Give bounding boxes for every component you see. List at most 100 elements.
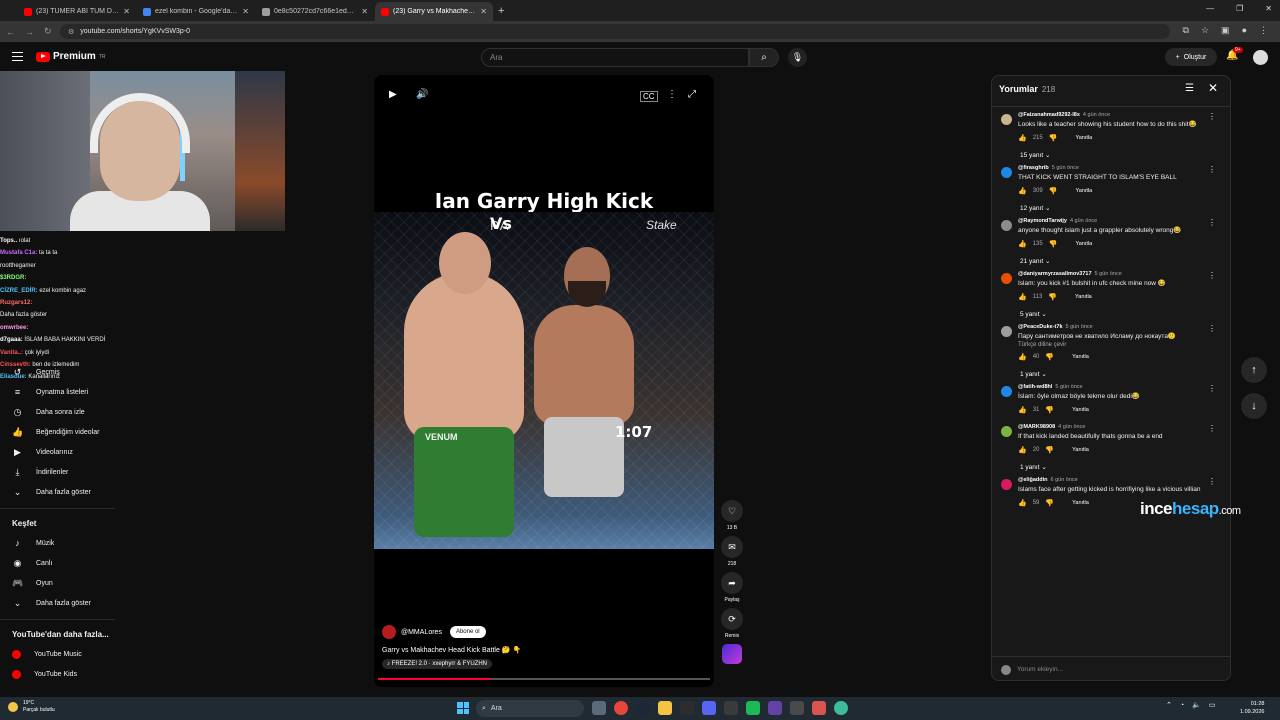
reply-button[interactable]: Yanıtla: [1075, 294, 1092, 300]
thumbs-down-icon[interactable]: 👎: [1049, 134, 1058, 142]
reload-icon[interactable]: ↻: [44, 26, 52, 37]
thumbs-up-icon[interactable]: 👍: [1018, 134, 1027, 142]
replies-toggle[interactable]: 15 yanıt ⌄: [1020, 151, 1212, 159]
taskbar-clock[interactable]: 01:28 1.09.2026: [1240, 700, 1264, 716]
previous-short-button[interactable]: ↑: [1241, 357, 1267, 383]
thumbs-up-icon[interactable]: 👍: [1018, 240, 1027, 248]
thumbs-up-icon[interactable]: 👍: [1018, 293, 1027, 301]
avatar[interactable]: [1001, 479, 1012, 490]
comment-author[interactable]: @eliğaddin: [1018, 477, 1048, 483]
sidebar-item[interactable]: ≡ Oynatma listeleri: [0, 382, 115, 402]
sidebar-item[interactable]: ♪ Müzik: [0, 533, 115, 553]
steam-icon[interactable]: [636, 701, 650, 715]
avatar[interactable]: [1001, 426, 1012, 437]
thumbs-up-icon[interactable]: 👍: [1018, 499, 1027, 507]
twitch-icon[interactable]: [768, 701, 782, 715]
comment-author[interactable]: @RaymondTarwijy: [1018, 218, 1067, 224]
reply-button[interactable]: Yanıtla: [1075, 188, 1092, 194]
comment-author[interactable]: @PeaceDuke-t7k: [1018, 324, 1063, 330]
thumbs-down-icon[interactable]: 👎: [1049, 240, 1058, 248]
comment-more-icon[interactable]: ⋮: [1208, 324, 1216, 333]
share-icon[interactable]: ➦: [721, 572, 743, 594]
browser-tab[interactable]: ezel kombin - Google'da Ara ✕: [137, 2, 255, 21]
url-field[interactable]: ⚙ youtube.com/shorts/YgKVvSW3p-0: [60, 24, 1170, 39]
thumbs-up-icon[interactable]: 👍: [1018, 187, 1027, 195]
comment-icon[interactable]: ✉: [721, 536, 743, 558]
comment-more-icon[interactable]: ⋮: [1208, 218, 1216, 227]
sort-icon[interactable]: ☰: [1185, 83, 1194, 94]
search-input[interactable]: Ara: [481, 48, 749, 67]
profile-icon[interactable]: ●: [1242, 25, 1247, 36]
sidebar-item[interactable]: ▶ Videolarınız: [0, 442, 115, 462]
comment-author[interactable]: @MARK98908: [1018, 424, 1055, 430]
shorts-player[interactable]: ▶ 🔊 CC ⋮ ⤢ Ian Garry High Kick PA Vs Sta…: [374, 75, 714, 687]
comment-author[interactable]: @Faizanahmad9292-l8x: [1018, 112, 1080, 118]
hamburger-menu-icon[interactable]: [12, 52, 23, 61]
tab-close-icon[interactable]: ✕: [242, 7, 249, 16]
app-icon[interactable]: [812, 701, 826, 715]
discord-icon[interactable]: [702, 701, 716, 715]
wifi-icon[interactable]: ◔: [1180, 702, 1184, 709]
sidebar-item[interactable]: ◉ Canlı: [0, 553, 115, 573]
thumbs-down-icon[interactable]: 👎: [1045, 406, 1054, 414]
search-icon[interactable]: ⌕: [749, 48, 779, 67]
thumbs-down-icon[interactable]: 👎: [1045, 446, 1054, 454]
avatar[interactable]: [1001, 273, 1012, 284]
avatar[interactable]: [1001, 386, 1012, 397]
weather-widget[interactable]: 19°C Parçalı bulutlu: [8, 700, 55, 714]
thumbs-down-icon[interactable]: 👎: [1049, 187, 1058, 195]
browser-tab[interactable]: 0e8c50272cd7c66e1ed6f6191 ✕: [256, 2, 374, 21]
sidebar-item[interactable]: ⌄ Daha fazla göster: [0, 482, 115, 502]
play-icon[interactable]: ▶: [389, 89, 397, 100]
comment-more-icon[interactable]: ⋮: [1208, 165, 1216, 174]
translate-link[interactable]: Türkçe diline çevir: [1018, 342, 1212, 348]
reply-button[interactable]: Yanıtla: [1075, 241, 1092, 247]
replies-toggle[interactable]: 5 yanıt ⌄: [1020, 310, 1212, 318]
site-info-icon[interactable]: ⚙: [68, 28, 74, 36]
comment-more-icon[interactable]: ⋮: [1208, 112, 1216, 121]
battery-icon[interactable]: ▭: [1209, 701, 1216, 709]
create-button[interactable]: + Oluştur: [1165, 48, 1217, 66]
comment-author[interactable]: @fatih-wd8hl: [1018, 384, 1052, 390]
sidebar-item[interactable]: 👍 Beğendiğim videolar: [0, 422, 115, 442]
avatar[interactable]: [1253, 50, 1268, 65]
close-icon[interactable]: ✕: [1208, 81, 1218, 95]
replies-toggle[interactable]: 1 yanıt ⌄: [1020, 463, 1212, 471]
thumbs-up-icon[interactable]: 👍: [1018, 446, 1027, 454]
menu-icon[interactable]: ⋮: [1259, 25, 1268, 36]
avatar[interactable]: [1001, 167, 1012, 178]
maximize-icon[interactable]: ❐: [1236, 4, 1243, 13]
browser-tab[interactable]: (23) Garry vs Makhachev Head ✕: [375, 2, 493, 21]
youtube-logo[interactable]: Premium TR: [36, 51, 105, 62]
sidebar-item[interactable]: ◷ Daha sonra izle: [0, 402, 115, 422]
volume-icon[interactable]: 🔊: [416, 89, 428, 100]
thumbs-up-icon[interactable]: 👍: [1018, 353, 1027, 361]
app-icon[interactable]: [834, 701, 848, 715]
windows-start-icon[interactable]: [457, 702, 469, 714]
next-short-button[interactable]: ↓: [1241, 393, 1267, 419]
microphone-icon[interactable]: 🎙: [788, 48, 807, 67]
fullscreen-icon[interactable]: ⤢: [688, 89, 696, 100]
task-view-icon[interactable]: [592, 701, 606, 715]
comment-more-icon[interactable]: ⋮: [1208, 271, 1216, 280]
app-icon[interactable]: [724, 701, 738, 715]
chevron-up-icon[interactable]: ⌃: [1166, 701, 1172, 709]
new-tab-button[interactable]: +: [498, 2, 504, 21]
comment-input[interactable]: Yorum ekleyin...: [1017, 666, 1063, 673]
terminal-icon[interactable]: [680, 701, 694, 715]
sidebar-item[interactable]: 🎮 Oyun: [0, 573, 115, 593]
reply-button[interactable]: Yanıtla: [1072, 354, 1089, 360]
avatar[interactable]: [1001, 220, 1012, 231]
sound-icon[interactable]: 🔈: [1192, 701, 1201, 709]
minimize-icon[interactable]: —: [1206, 4, 1214, 13]
comment-more-icon[interactable]: ⋮: [1208, 477, 1216, 486]
comment-more-icon[interactable]: ⋮: [1208, 424, 1216, 433]
sidebar-item[interactable]: YouTube Kids: [0, 664, 115, 684]
bookmark-star-icon[interactable]: ☆: [1201, 25, 1209, 36]
avatar[interactable]: [1001, 326, 1012, 337]
reply-button[interactable]: Yanıtla: [1072, 500, 1089, 506]
extension-icon[interactable]: ▣: [1221, 25, 1230, 36]
thumbs-up-icon[interactable]: 👍: [1018, 406, 1027, 414]
music-credit[interactable]: ♪ FREEZE! 2.0 · xxephyrr & FYUZHN: [382, 659, 493, 669]
file-explorer-icon[interactable]: [658, 701, 672, 715]
